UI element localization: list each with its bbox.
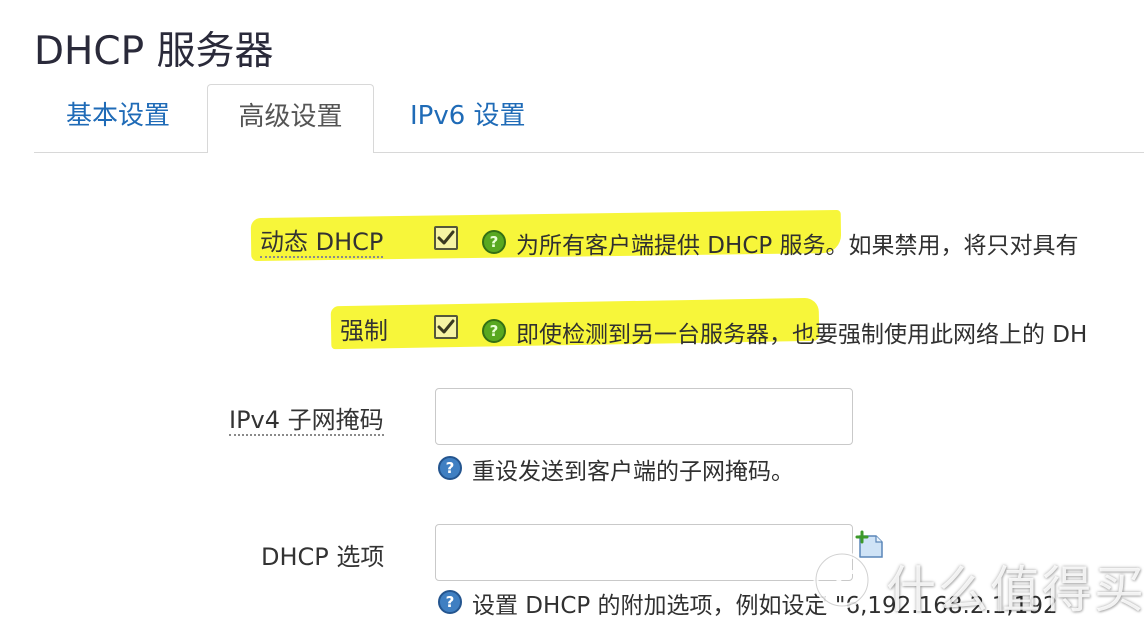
tab-basic-settings[interactable]: 基本设置 [66,84,170,153]
checkmark-icon [437,230,455,245]
dynamic-dhcp-label: 动态 DHCP [260,222,384,258]
dynamic-dhcp-label-text: 动态 DHCP [260,228,384,258]
dynamic-dhcp-checkbox[interactable] [434,226,458,250]
ipv4-netmask-input[interactable] [435,388,853,445]
settings-tabs: 基本设置 高级设置 IPv6 设置 [34,84,1144,154]
help-icon: ? [438,456,462,480]
help-icon: ? [482,319,506,343]
tab-advanced-settings[interactable]: 高级设置 [207,84,374,153]
dhcp-options-label: DHCP 选项 [261,543,385,571]
add-option-icon[interactable] [854,530,886,560]
ipv4-netmask-label-text: IPv4 子网掩码 [229,406,384,436]
help-icon: ? [482,230,506,254]
help-icon: ? [438,590,462,614]
force-description: 即使检测到另一台服务器，也要强制使用此网络上的 DH [516,322,1088,348]
ipv4-netmask-label: IPv4 子网掩码 [229,400,384,436]
checkmark-icon [437,319,455,334]
dhcp-options-description: 设置 DHCP 的附加选项，例如设定 "6,192.168.2.1,192 [472,593,1058,619]
tab-ipv6-settings[interactable]: IPv6 设置 [410,84,526,153]
ipv4-netmask-description: 重设发送到客户端的子网掩码。 [472,459,794,485]
dhcp-server-page: DHCP 服务器 基本设置 高级设置 IPv6 设置 动态 DHCP ? 为所有… [0,0,1144,644]
force-label: 强制 [340,317,388,345]
force-checkbox[interactable] [434,315,458,339]
dynamic-dhcp-description: 为所有客户端提供 DHCP 服务。如果禁用，将只对具有 [516,233,1079,259]
dhcp-options-input[interactable] [435,524,853,581]
page-title: DHCP 服务器 [34,29,274,74]
